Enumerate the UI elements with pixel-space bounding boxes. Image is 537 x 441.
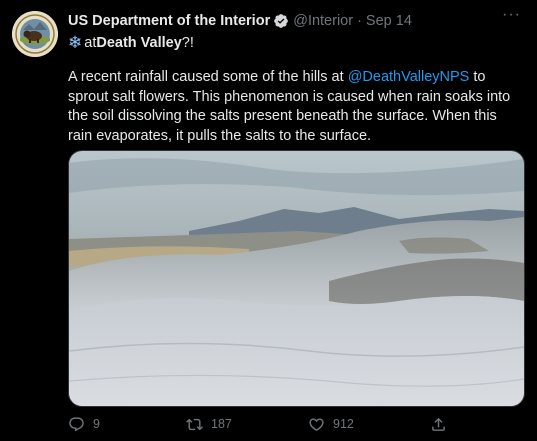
- reply-button[interactable]: 9: [68, 416, 100, 433]
- headline-prefix: at: [84, 35, 97, 51]
- reply-count: 9: [93, 417, 100, 431]
- retweet-icon: [186, 418, 203, 430]
- tweet-headline: ❄ at Death Valley ?!: [68, 33, 194, 53]
- more-dots-icon[interactable]: ···: [502, 6, 521, 24]
- tweet-body: A recent rainfall caused some of the hil…: [68, 68, 516, 146]
- reply-icon: [69, 416, 84, 431]
- body-text-part1: A recent rainfall caused some of the hil…: [68, 69, 348, 85]
- like-count: 912: [333, 417, 354, 431]
- share-button[interactable]: [430, 416, 455, 433]
- snowflake-icon: ❄: [68, 33, 83, 52]
- tweet-actions: 9 187 912: [68, 414, 508, 434]
- author-handle[interactable]: @Interior: [293, 13, 353, 29]
- tweet-date[interactable]: Sep 14: [366, 13, 412, 29]
- separator-dot: ·: [357, 13, 362, 29]
- headline-suffix: ?!: [181, 35, 194, 51]
- author-name[interactable]: US Department of the Interior: [68, 13, 270, 29]
- share-icon: [432, 417, 445, 431]
- interior-seal-icon[interactable]: [12, 11, 58, 57]
- mention-link[interactable]: @DeathValleyNPS: [348, 69, 470, 85]
- tweet-header: US Department of the Interior @Interior …: [68, 11, 521, 31]
- tweet[interactable]: US Department of the Interior @Interior …: [0, 0, 537, 441]
- retweet-button[interactable]: 187: [186, 416, 232, 433]
- like-button[interactable]: 912: [308, 416, 354, 433]
- headline-location: Death Valley: [96, 35, 182, 51]
- tweet-photo[interactable]: [68, 150, 525, 407]
- verified-badge-icon: [274, 14, 289, 28]
- heart-icon: [309, 417, 324, 431]
- retweet-count: 187: [211, 417, 232, 431]
